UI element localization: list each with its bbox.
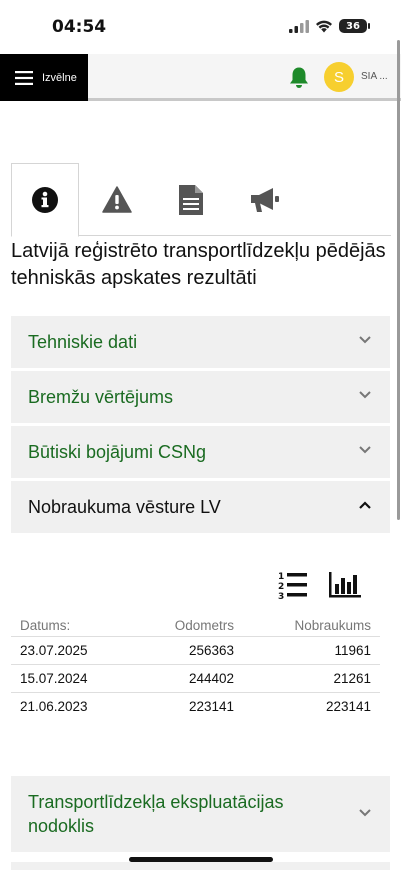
tab-document[interactable] [157, 163, 225, 236]
top-navigation: Izvēlne S SIA ... [0, 54, 401, 101]
table-row: 21.06.2023 223141 223141 [11, 693, 380, 721]
chevron-down-icon [359, 391, 371, 399]
tab-info[interactable] [11, 163, 79, 237]
svg-text:3: 3 [278, 592, 284, 600]
info-circle-icon [32, 187, 58, 213]
mileage-table: Datums: Odometrs Nobraukums 23.07.2025 2… [11, 612, 380, 721]
col-header-mileage: Nobraukums [294, 618, 371, 633]
signal-icon [289, 19, 309, 33]
section-title: Tehniskie dati [28, 331, 138, 352]
avatar[interactable]: S [324, 62, 354, 92]
wifi-icon [316, 20, 332, 32]
battery-icon: 36 [339, 19, 370, 33]
menu-label: Izvēlne [42, 71, 77, 84]
tab-announcements[interactable] [231, 163, 299, 236]
bell-icon[interactable] [288, 66, 310, 89]
cell-odometer: 256363 [188, 643, 234, 658]
section-technical-data[interactable]: Tehniskie dati [11, 316, 390, 368]
section-mileage-history[interactable]: Nobraukuma vēsture LV [11, 481, 390, 533]
section-title: Transportlīdzekļa ekspluatācijas nodokli… [28, 792, 284, 836]
cell-mileage: 223141 [325, 699, 371, 714]
battery-level: 36 [346, 20, 360, 32]
chevron-up-icon [359, 501, 371, 509]
cell-mileage: 21261 [333, 671, 371, 686]
section-operating-tax[interactable]: Transportlīdzekļa ekspluatācijas nodokli… [11, 776, 390, 852]
tab-bar [11, 163, 391, 237]
svg-text:1: 1 [278, 572, 284, 582]
section-title: Nobraukuma vēsture LV [28, 496, 221, 517]
cell-odometer: 244402 [188, 671, 234, 686]
hamburger-icon [15, 70, 33, 85]
table-row: 15.07.2024 244402 21261 [11, 665, 380, 693]
section-next-partial[interactable] [11, 862, 390, 870]
cell-date: 23.07.2025 [20, 643, 88, 658]
status-icons: 36 [289, 19, 370, 33]
section-defects[interactable]: Būtiski bojājumi CSNg [11, 426, 390, 478]
table-header: Datums: Odometrs Nobraukums [11, 612, 380, 637]
cell-date: 21.06.2023 [20, 699, 88, 714]
status-bar: 04:54 36 [0, 0, 401, 54]
warning-triangle-icon [102, 186, 132, 213]
scrollbar[interactable] [397, 40, 400, 520]
section-title: Bremžu vērtējums [28, 386, 174, 407]
chevron-down-icon [359, 809, 371, 817]
home-indicator[interactable] [129, 857, 273, 862]
tab-warnings[interactable] [83, 163, 151, 236]
section-title: Būtiski bojājumi CSNg [28, 441, 207, 462]
company-name[interactable]: SIA ... [361, 71, 388, 82]
megaphone-icon [251, 187, 279, 212]
page-title: Latvijā reģistrēto transportlīdzekļu pēd… [11, 240, 386, 289]
col-header-date: Datums: [20, 618, 71, 633]
menu-button[interactable]: Izvēlne [0, 54, 88, 101]
document-icon [179, 184, 203, 215]
section-brakes[interactable]: Bremžu vērtējums [11, 371, 390, 423]
cell-date: 15.07.2024 [20, 671, 88, 686]
cell-odometer: 223141 [188, 699, 234, 714]
numbered-list-icon[interactable]: 1 2 3 [277, 570, 309, 600]
svg-text:2: 2 [278, 582, 284, 592]
bar-chart-icon[interactable] [328, 572, 362, 598]
chevron-down-icon [359, 446, 371, 454]
table-row: 23.07.2025 256363 11961 [11, 637, 380, 665]
cell-mileage: 11961 [334, 643, 371, 658]
status-time: 04:54 [52, 17, 107, 37]
col-header-odometer: Odometrs [174, 618, 234, 633]
chevron-down-icon [359, 336, 371, 344]
